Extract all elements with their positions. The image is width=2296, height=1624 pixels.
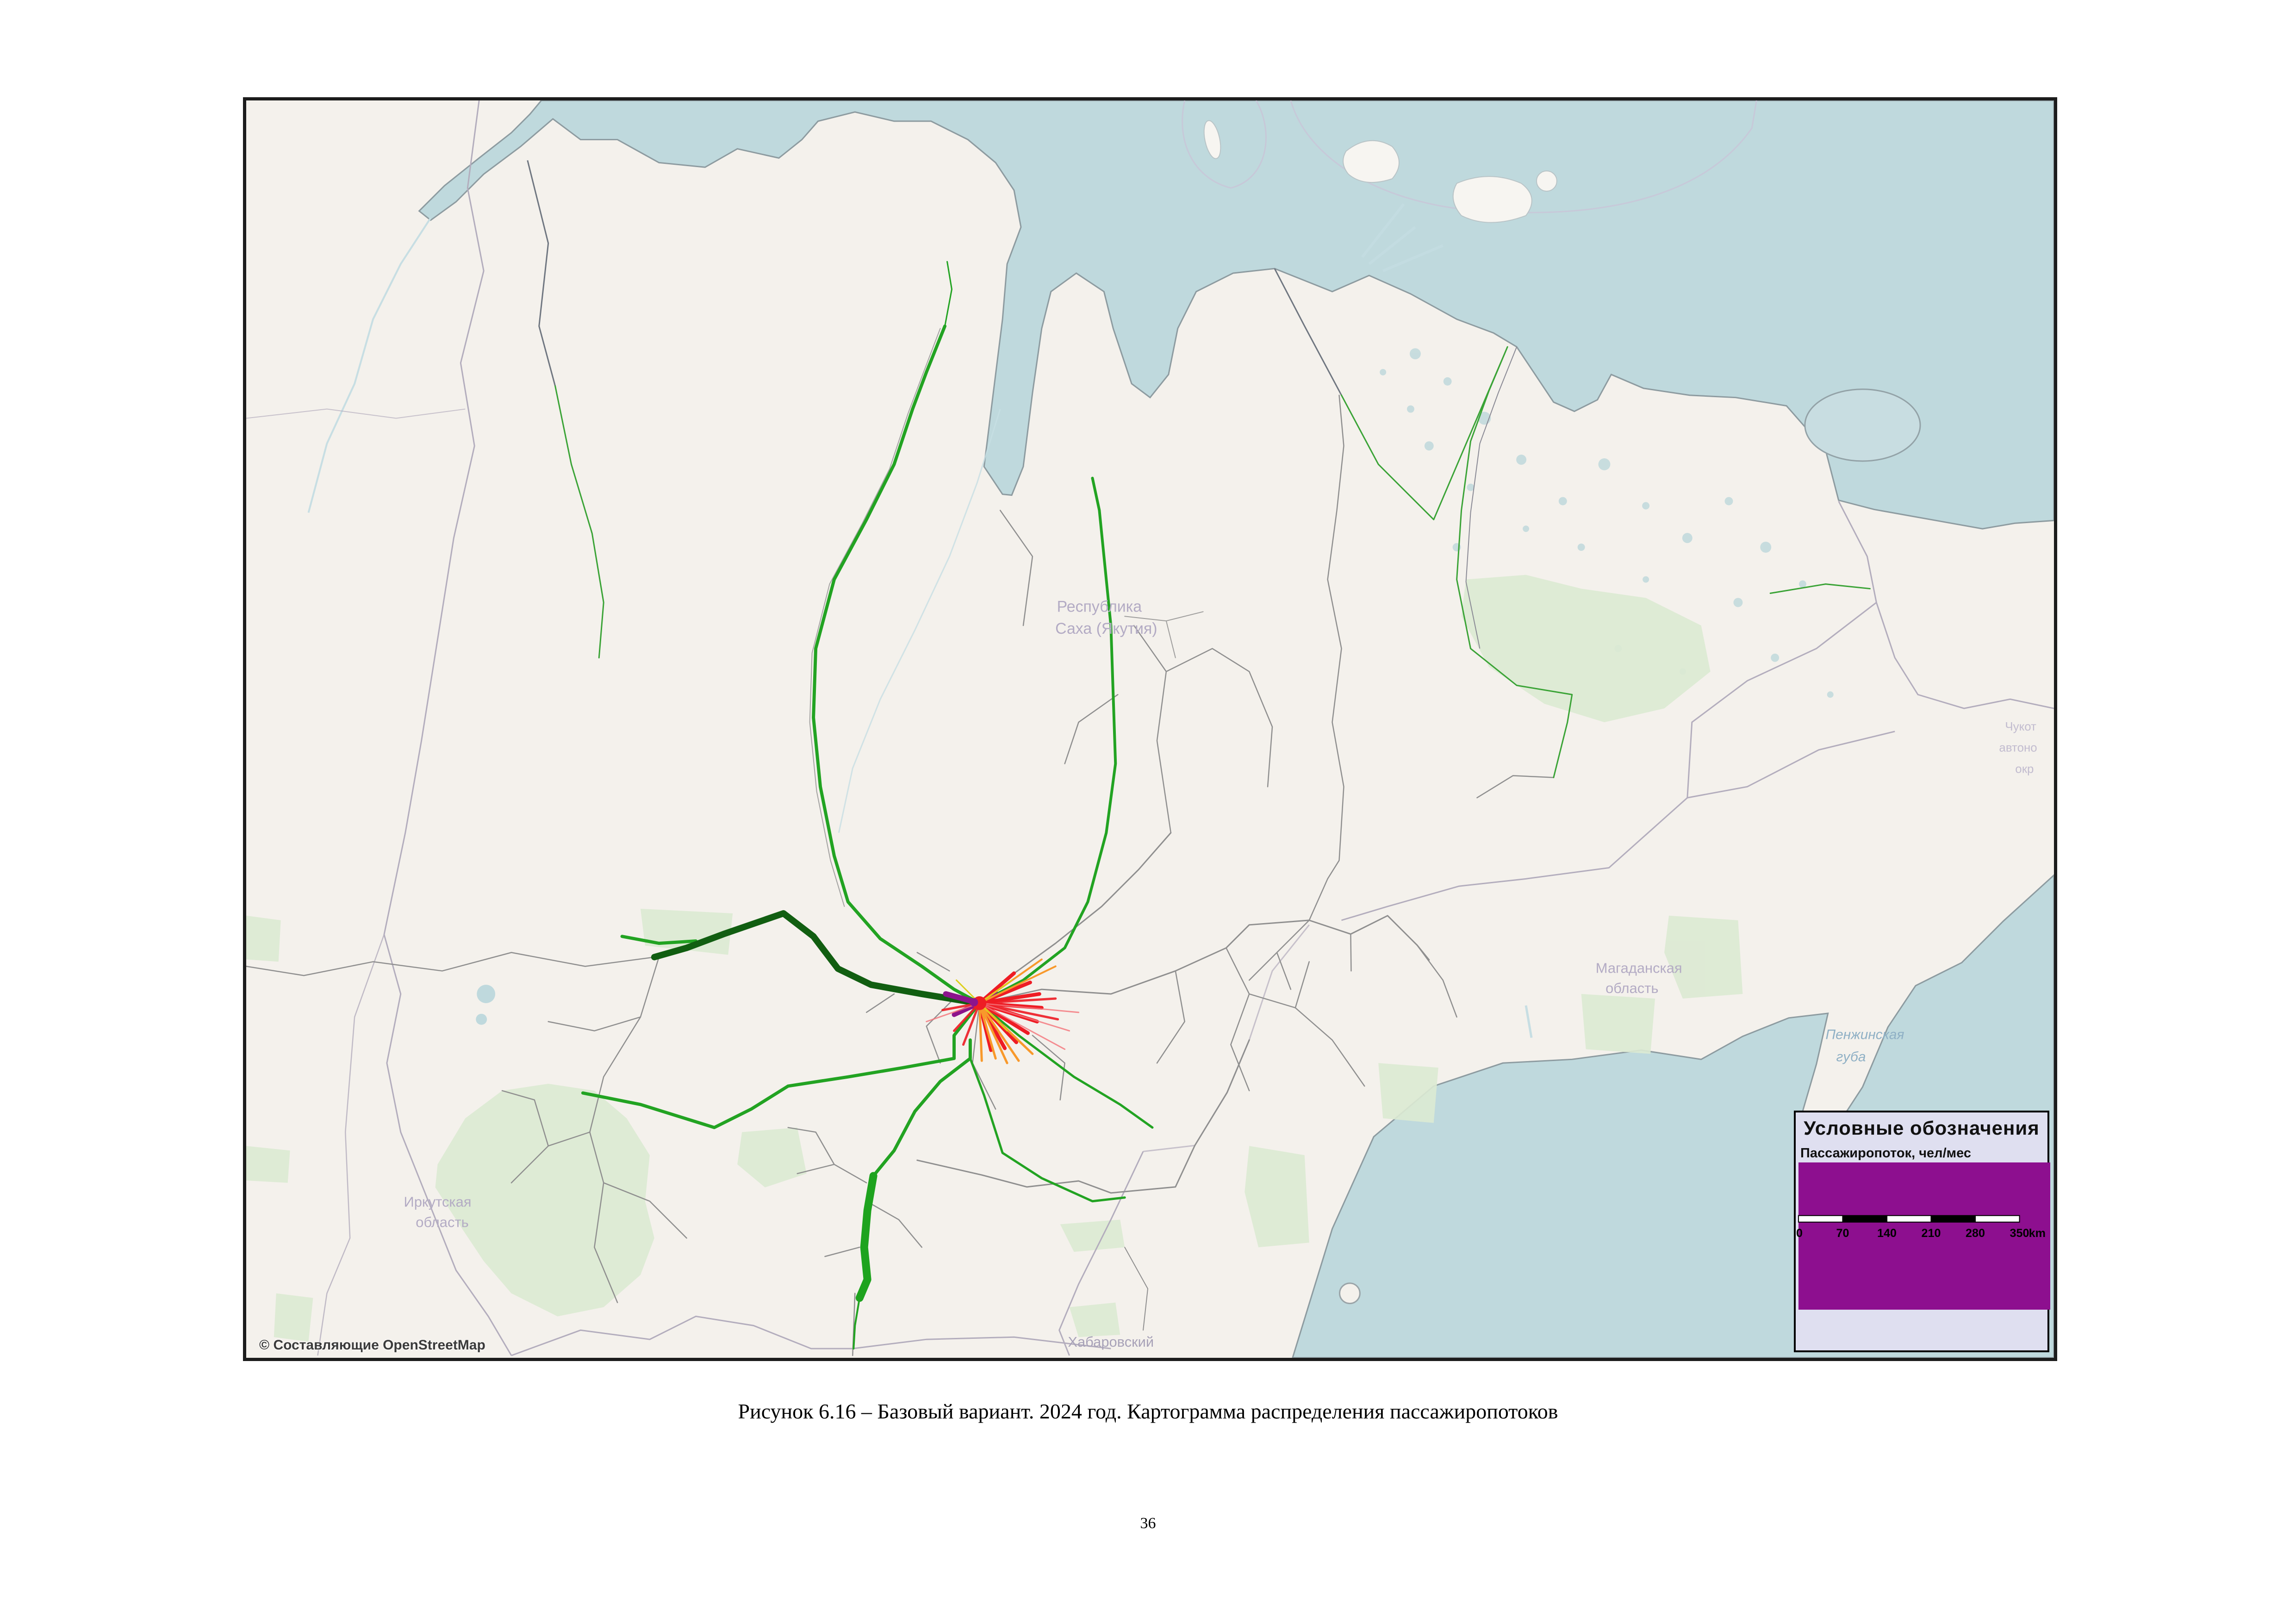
label-chukotka-line3: окр: [2015, 763, 2034, 776]
label-sakha-line1: Республика: [1057, 598, 1142, 615]
label-magadan-line1: Магаданская: [1596, 960, 1682, 976]
scalebar-tick: 350: [2010, 1227, 2029, 1240]
label-sakha-line2: Саха (Якутия): [1055, 620, 1157, 637]
scalebar-unit: km: [2029, 1227, 2046, 1240]
label-magadan-line2: область: [1605, 980, 1658, 996]
scalebar-tick: 0: [1796, 1227, 1803, 1240]
map-figure: Республика Саха (Якутия) Иркутская облас…: [243, 97, 2057, 1361]
label-chukotka-line2: автоно: [1999, 742, 2037, 755]
map-legend: Условные обозначения Пассажиропоток, чел…: [1794, 1111, 2049, 1352]
scalebar-tick: 140: [1877, 1227, 1897, 1240]
figure-caption: Рисунок 6.16 – Базовый вариант. 2024 год…: [0, 1399, 2296, 1424]
label-khabarovsk: Хабаровский: [1068, 1334, 1154, 1350]
map-canvas: Республика Саха (Якутия) Иркутская облас…: [246, 100, 2054, 1358]
legend-scalebar: 0 70 140 210 280 350 km: [1796, 1112, 2047, 1350]
document-page: Республика Саха (Якутия) Иркутская облас…: [0, 0, 2296, 1624]
label-irkutsk-line1: Иркутская: [404, 1194, 472, 1210]
label-chukotka-line1: Чукот: [2005, 720, 2036, 733]
label-irkutsk-line2: область: [416, 1214, 468, 1230]
map-attribution: © Составляющие OpenStreetMap: [259, 1337, 485, 1353]
scalebar-tick: 280: [1966, 1227, 1985, 1240]
label-penzhina-line2: губа: [1836, 1049, 1866, 1064]
ring-island: [1340, 1283, 1360, 1304]
scalebar-tick: 70: [1836, 1227, 1849, 1240]
label-penzhina-line1: Пенжинская: [1825, 1027, 1904, 1043]
page-number: 36: [0, 1515, 2296, 1532]
lagoon-island: [1805, 389, 1920, 461]
scalebar-tick: 210: [1922, 1227, 1941, 1240]
